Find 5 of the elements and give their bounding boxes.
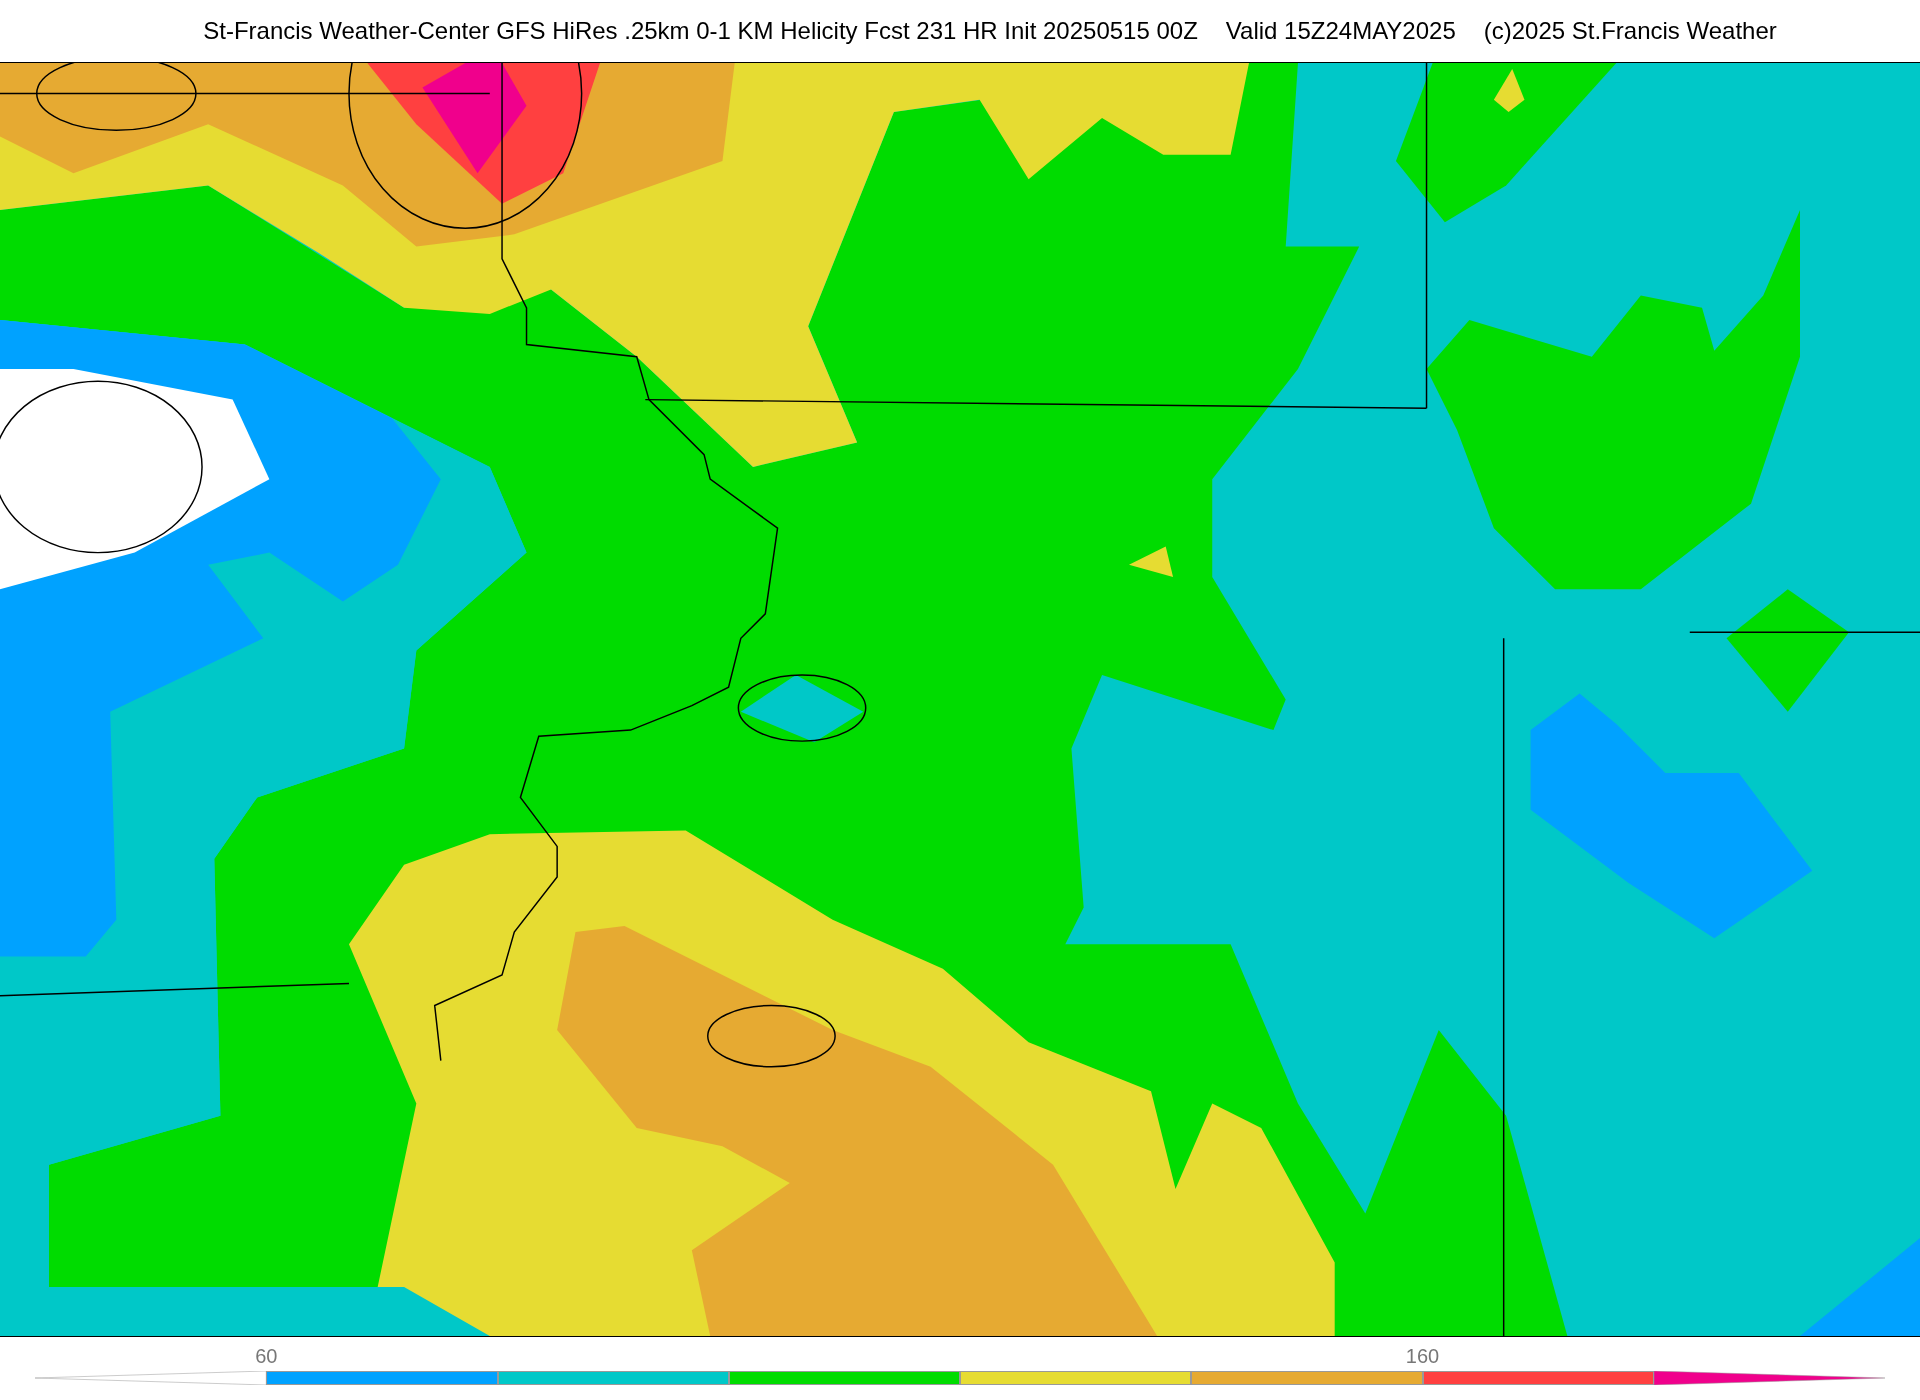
- map-title: St-Francis Weather-Center GFS HiRes .25km 0-1 KM Helicity Fcst 231 HR Init 20250515 00Z: [203, 17, 1198, 45]
- colorbar-tick-label: 60: [255, 1345, 278, 1368]
- colorbar-tick-label: 160: [1405, 1345, 1440, 1368]
- map-title: Valid 15Z24MAY2025: [1225, 17, 1456, 45]
- map-title: (c)2025 St.Francis Weather: [1483, 17, 1777, 45]
